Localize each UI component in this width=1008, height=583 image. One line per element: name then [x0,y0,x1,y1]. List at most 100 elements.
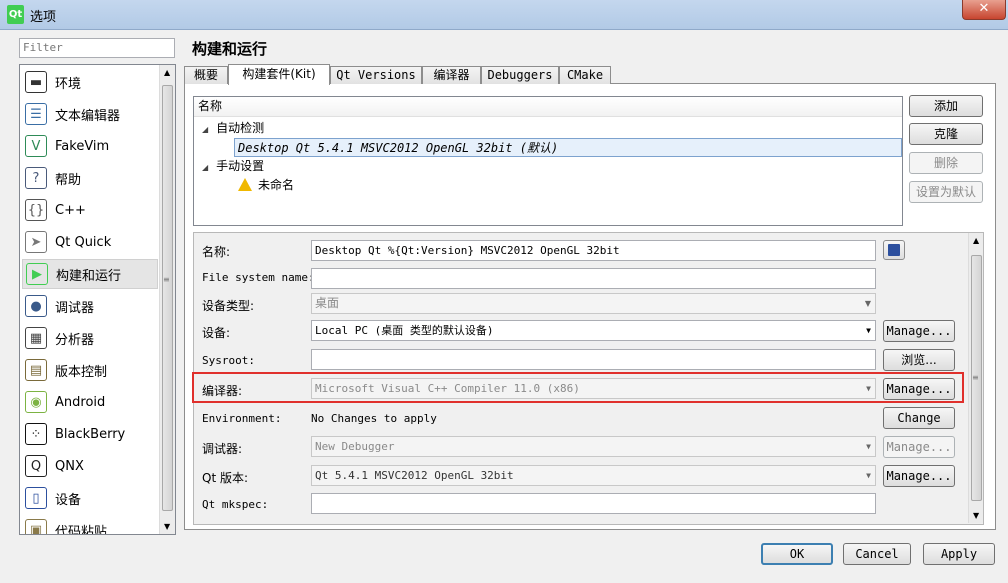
collapse-triangle-icon[interactable]: ◢ [202,125,208,134]
category-item[interactable]: ▤ 版本控制 [22,355,158,385]
category-scrollbar[interactable]: ▲ ≡ ▼ [159,65,175,534]
device-type-combo[interactable]: 桌面 ▼ [311,293,876,314]
name-label: 名称: [202,245,231,259]
tab-overview[interactable]: 概要 [184,66,228,84]
category-label: 调试器 [55,300,95,316]
add-kit-button[interactable]: 添加 [909,95,983,117]
device-manage-button[interactable]: Manage... [883,320,955,342]
device-label: 设备: [202,326,231,340]
qnx-icon: Q [25,455,47,477]
code-paste-icon: ▣ [25,519,47,534]
clone-kit-button[interactable]: 克隆 [909,123,983,145]
bug-icon: ● [25,295,47,317]
category-label: 帮助 [55,172,82,188]
device-combo[interactable]: Local PC (桌面 类型的默认设备) ▼ [311,320,876,341]
kit-icon-button[interactable] [883,240,905,260]
category-item[interactable]: ▦ 分析器 [22,323,158,353]
tree-group-auto[interactable]: ◢ 自动检测 [202,119,264,138]
category-label: 分析器 [55,332,95,348]
blackberry-icon: ⁘ [25,423,47,445]
category-item[interactable]: ▣ 代码粘贴 [22,515,158,534]
grip-icon: ≡ [972,373,979,382]
help-icon: ? [25,167,47,189]
collapse-triangle-icon[interactable]: ◢ [202,163,208,172]
qt-version-combo[interactable]: Qt 5.4.1 MSVC2012 OpenGL 32bit ▼ [311,465,876,486]
category-label: Qt Quick [55,234,112,250]
set-default-kit-button[interactable]: 设置为默认 [909,181,983,203]
page-title: 构建和运行 [192,40,268,58]
text-document-icon: ☰ [25,103,47,125]
warning-icon [238,178,252,191]
braces-icon: {} [25,199,47,221]
category-item[interactable]: {} C++ [22,195,158,225]
scroll-up-icon[interactable]: ▲ [973,236,979,245]
scroll-thumb[interactable] [162,85,173,511]
category-item[interactable]: ◉ Android [22,387,158,417]
scroll-up-icon[interactable]: ▲ [164,68,170,77]
category-label: QNX [55,458,84,474]
category-label: 设备 [55,492,82,508]
category-item[interactable]: V FakeVim [22,131,158,161]
window-title: 选项 [30,10,57,25]
cancel-button[interactable]: Cancel [843,543,911,565]
sysroot-browse-button[interactable]: 浏览... [883,349,955,371]
category-item[interactable]: ? 帮助 [22,163,158,193]
qt-version-label: Qt 版本: [202,471,249,485]
kit-image-icon [888,244,900,256]
grip-icon: ≡ [163,275,170,284]
category-item[interactable]: ☰ 文本编辑器 [22,99,158,129]
ok-button[interactable]: OK [761,543,833,565]
fs-name-input[interactable] [311,268,876,289]
category-item[interactable]: Q QNX [22,451,158,481]
chevron-down-icon: ▼ [866,471,871,480]
tab-debuggers[interactable]: Debuggers [481,66,559,84]
details-scrollbar[interactable]: ▲ ≡ ▼ [968,233,983,523]
compiler-combo[interactable]: Microsoft Visual C++ Compiler 11.0 (x86)… [311,378,876,399]
mkspec-input[interactable] [311,493,876,514]
kit-name-input[interactable]: Desktop Qt %{Qt:Version} MSVC2012 OpenGL… [311,240,876,261]
analyzer-icon: ▦ [25,327,47,349]
category-item[interactable]: ▯ 设备 [22,483,158,513]
tab-compilers[interactable]: 编译器 [422,66,481,84]
debugger-combo[interactable]: New Debugger ▼ [311,436,876,457]
close-button[interactable]: ✕ [962,0,1006,20]
device-type-label: 设备类型: [202,299,255,313]
environment-label: Environment: [202,412,282,425]
compiler-manage-button[interactable]: Manage... [883,378,955,400]
filter-input[interactable]: Filter [19,38,175,58]
apply-button[interactable]: Apply [923,543,995,565]
chevron-down-icon: ▼ [866,384,871,393]
tree-header-name: 名称 [194,97,902,117]
qt-version-manage-button[interactable]: Manage... [883,465,955,487]
mkspec-label: Qt mkspec: [202,498,269,511]
environment-change-button[interactable]: Change ... [883,407,955,445]
category-item[interactable]: ▶ 构建和运行 [22,259,158,289]
qt-app-icon: Qt [7,5,24,24]
kit-item-unnamed[interactable]: 未命名 [238,176,294,195]
category-item[interactable]: ▬ 环境 [22,67,158,97]
category-label: 构建和运行 [56,268,122,284]
tab-kits[interactable]: 构建套件(Kit) [228,64,330,85]
sysroot-input[interactable] [311,349,876,370]
category-item[interactable]: ⁘ BlackBerry [22,419,158,449]
tab-qt-versions[interactable]: Qt Versions [330,66,422,84]
tab-cmake[interactable]: CMake [559,66,611,84]
compiler-label: 编译器: [202,384,243,398]
remove-kit-button[interactable]: 删除 [909,152,983,174]
scroll-down-icon[interactable]: ▼ [973,511,979,520]
scroll-down-icon[interactable]: ▼ [164,522,170,531]
category-label: 文本编辑器 [55,108,121,124]
debugger-manage-button[interactable]: Manage... [883,436,955,458]
category-label: BlackBerry [55,426,126,442]
category-item[interactable]: ➤ Qt Quick [22,227,158,257]
category-label: C++ [55,202,86,218]
environment-value: No Changes to apply [311,412,437,425]
paper-plane-icon: ➤ [25,231,47,253]
kit-tree: 名称 ◢ 自动检测 Desktop Qt 5.4.1 MSVC2012 OpenG… [193,96,903,226]
device-icon: ▯ [25,487,47,509]
category-item[interactable]: ● 调试器 [22,291,158,321]
monitor-icon: ▬ [25,71,47,93]
category-label: FakeVim [55,138,110,154]
kit-item-desktop-qt[interactable]: Desktop Qt 5.4.1 MSVC2012 OpenGL 32bit (… [234,138,902,157]
tree-group-manual[interactable]: ◢ 手动设置 [202,157,264,176]
